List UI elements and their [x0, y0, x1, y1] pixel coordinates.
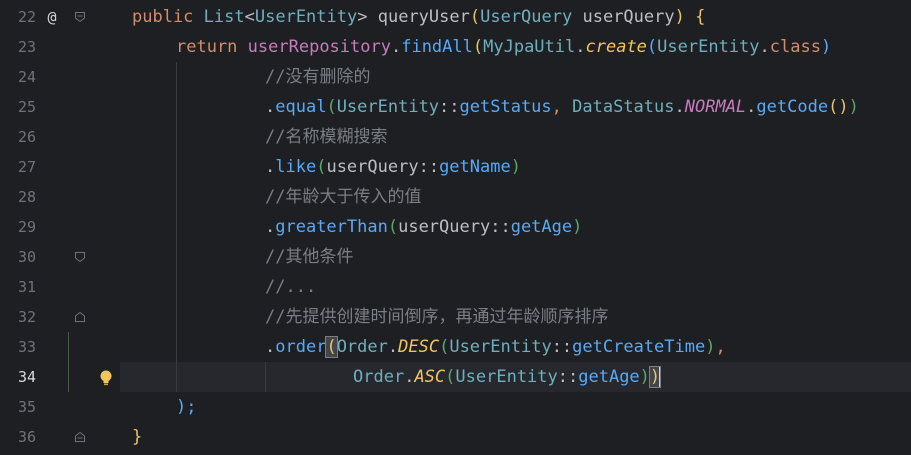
code-text: .greaterThan(userQuery::getAge)	[265, 217, 583, 237]
comment: //名称模糊搜索	[265, 127, 388, 147]
line-number: 25	[17, 98, 36, 116]
line-number: 36	[17, 428, 36, 446]
code-line-28[interactable]: 28 //年龄大于传入的值	[0, 182, 911, 212]
fold-expand-icon[interactable]	[74, 311, 86, 323]
code-line-22[interactable]: 22 @ public List<UserEntity> queryUser(U…	[0, 2, 911, 32]
code-text: );	[176, 397, 197, 417]
code-line-30[interactable]: 30 //其他条件	[0, 242, 911, 272]
comment: //先提供创建时间倒序，再通过年龄顺序排序	[265, 307, 609, 327]
line-number: 28	[17, 188, 36, 206]
code-line-31[interactable]: 31 //...	[0, 272, 911, 302]
code-line-34[interactable]: 34 Order.ASC(UserEntity::getAge))	[0, 362, 911, 392]
code-line-36[interactable]: 36 }	[0, 422, 911, 452]
code-text: .equal(UserEntity::getStatus, DataStatus…	[265, 97, 859, 117]
line-number: 23	[17, 38, 36, 56]
comment: //没有删除的	[265, 67, 371, 87]
code-line-33[interactable]: 33 .order(Order.DESC(UserEntity::getCrea…	[0, 332, 911, 362]
lightbulb-icon[interactable]	[97, 369, 115, 387]
matched-brace: (	[325, 336, 338, 358]
code-text: }	[132, 427, 143, 447]
comment: //年龄大于传入的值	[265, 187, 422, 207]
line-number: 29	[17, 218, 36, 236]
line-number: 35	[17, 398, 36, 416]
code-text: public List<UserEntity> queryUser(UserQu…	[132, 7, 706, 27]
line-number: 26	[17, 128, 36, 146]
line-number: 34	[17, 368, 36, 386]
code-line-32[interactable]: 32 //先提供创建时间倒序，再通过年龄顺序排序	[0, 302, 911, 332]
code-line-35[interactable]: 35 );	[0, 392, 911, 422]
comment: //...	[265, 277, 317, 297]
override-annotation-icon[interactable]: @	[44, 2, 60, 32]
code-text: return userRepository.findAll(MyJpaUtil.…	[176, 37, 832, 57]
fold-expand-icon[interactable]	[74, 431, 86, 443]
code-line-29[interactable]: 29 .greaterThan(userQuery::getAge)	[0, 212, 911, 242]
code-text: Order.ASC(UserEntity::getAge))	[353, 366, 662, 388]
code-line-24[interactable]: 24 //没有删除的	[0, 62, 911, 92]
line-number: 27	[17, 158, 36, 176]
line-number: 32	[17, 308, 36, 326]
code-line-26[interactable]: 26 //名称模糊搜索	[0, 122, 911, 152]
code-line-27[interactable]: 27 .like(userQuery::getName)	[0, 152, 911, 182]
comment: //其他条件	[265, 247, 354, 267]
fold-collapse-icon[interactable]	[74, 11, 86, 23]
code-line-25[interactable]: 25 .equal(UserEntity::getStatus, DataSta…	[0, 92, 911, 122]
line-number: 30	[17, 248, 36, 266]
code-line-23[interactable]: 23 return userRepository.findAll(MyJpaUt…	[0, 32, 911, 62]
code-text: .order(Order.DESC(UserEntity::getCreateT…	[265, 336, 726, 358]
text-cursor	[659, 366, 662, 388]
line-number: 24	[17, 68, 36, 86]
line-number: 33	[17, 338, 36, 356]
line-number: 31	[17, 278, 36, 296]
code-text: .like(userQuery::getName)	[265, 157, 521, 177]
code-editor[interactable]: 22 @ public List<UserEntity> queryUser(U…	[0, 0, 911, 455]
line-number: 22	[17, 8, 36, 26]
fold-collapse-icon[interactable]	[74, 251, 86, 263]
